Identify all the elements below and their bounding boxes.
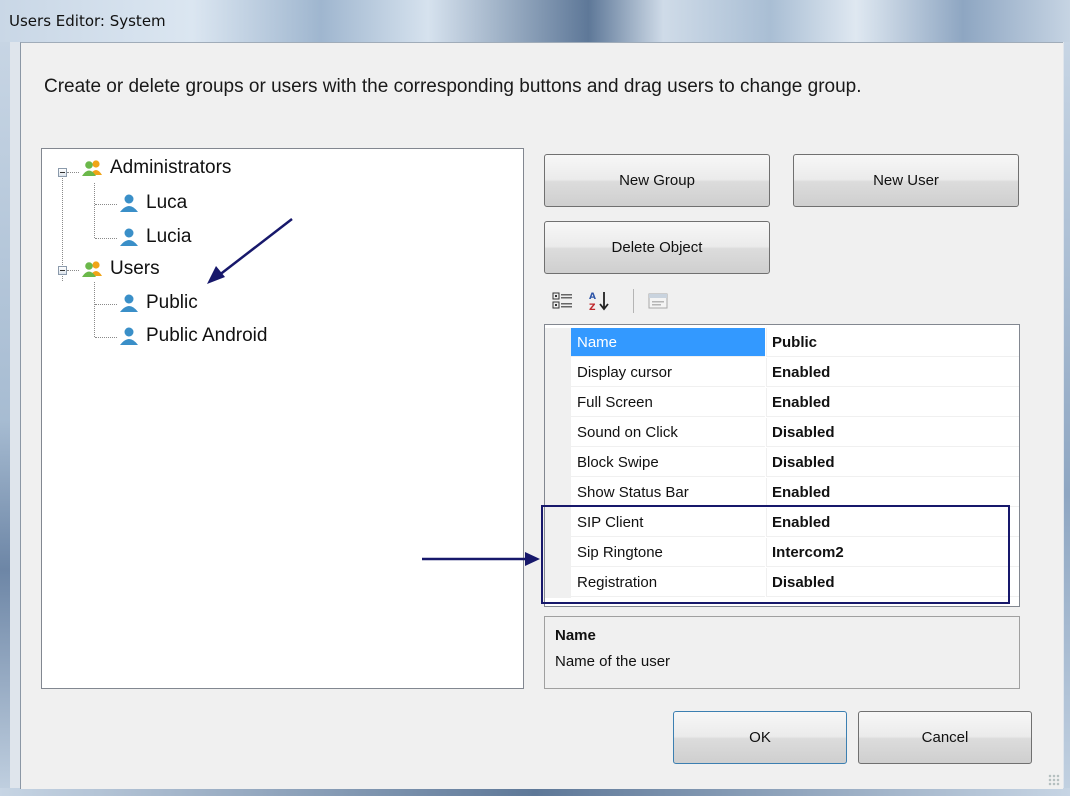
annotation-arrow-icon [422,552,540,566]
annotation-arrows [207,218,540,566]
users-editor-window: Users Editor: System Create or delete gr… [0,0,1070,796]
annotation-arrow-icon [207,218,293,284]
